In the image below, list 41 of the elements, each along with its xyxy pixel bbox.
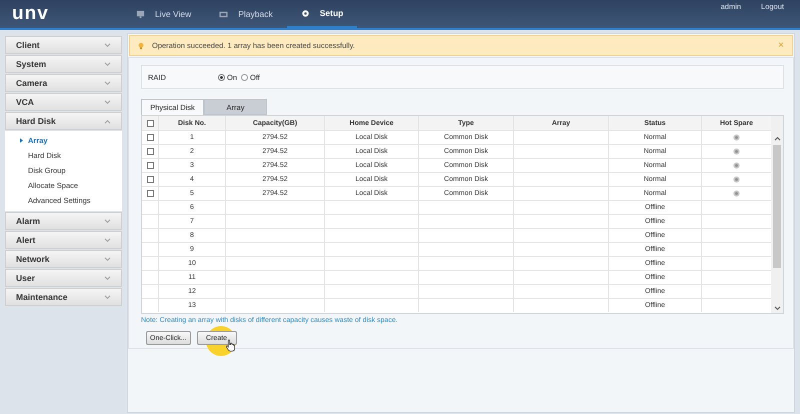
checkbox[interactable] (146, 120, 154, 126)
sidebar-item[interactable]: Maintenance (5, 288, 122, 306)
checkbox[interactable] (146, 148, 154, 155)
chevron-down-icon (104, 256, 111, 262)
checkbox[interactable] (146, 134, 154, 141)
scroll-up-icon[interactable] (774, 136, 780, 141)
checkbox[interactable] (146, 162, 154, 169)
sidebar-item[interactable]: System (5, 55, 122, 73)
scrollbar[interactable] (771, 116, 783, 313)
chevron-down-icon (104, 42, 111, 48)
checkbox[interactable] (146, 176, 154, 183)
sidebar-item[interactable]: Alarm (5, 212, 122, 230)
chevron-down-icon (104, 238, 111, 242)
sidebar-item[interactable]: Hard Disk (5, 112, 122, 130)
chevron-down-icon (104, 80, 111, 86)
sidebar-item[interactable]: Client (5, 36, 122, 54)
film-icon (219, 10, 228, 18)
chevron-down-icon (104, 218, 111, 224)
chevron-down-icon (104, 100, 111, 104)
chevron-down-icon (104, 62, 111, 66)
checkbox[interactable] (146, 190, 154, 197)
sidebar-item[interactable]: Network (5, 250, 122, 268)
nav-tab[interactable]: Setup (286, 0, 358, 28)
sidebar-item[interactable]: VCA (5, 93, 122, 111)
sidebar-item[interactable]: User (5, 269, 122, 287)
radio-button[interactable] (218, 74, 225, 80)
chevron-down-icon (104, 294, 111, 300)
hand-cursor-icon (226, 339, 235, 352)
nav-tab[interactable]: Playback (205, 0, 287, 28)
monitor-icon (136, 10, 145, 18)
settings-icon (300, 8, 310, 18)
radio-button[interactable] (241, 74, 248, 80)
pointer-icon (20, 138, 23, 143)
sidebar-item[interactable]: Camera (5, 74, 122, 92)
chevron-up-icon (104, 118, 111, 124)
lightbulb-icon (138, 42, 144, 50)
sidebar-item[interactable]: Alert (5, 231, 122, 249)
nav-tab[interactable]: Live View (122, 0, 206, 28)
chevron-down-icon (104, 276, 111, 280)
scroll-down-icon[interactable] (774, 306, 780, 311)
logo: unv (12, 3, 50, 25)
